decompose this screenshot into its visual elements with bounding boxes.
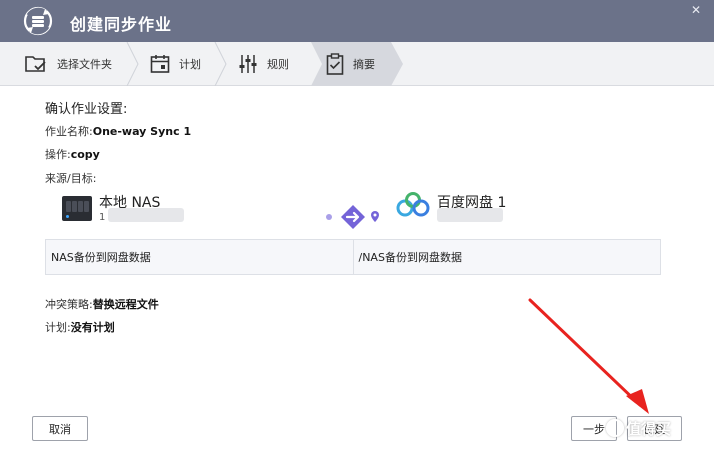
schedule-value: 没有计划	[70, 321, 115, 334]
baidu-cloud-icon	[396, 192, 430, 217]
tab-rules[interactable]: 规则	[238, 42, 289, 86]
calendar-icon	[150, 55, 170, 73]
step-divider	[126, 42, 139, 86]
step-label: 计划	[179, 58, 201, 71]
blurred-region	[108, 208, 184, 222]
step-label: 规则	[267, 58, 289, 71]
schedule-label: 计划:	[45, 321, 71, 334]
sync-app-icon	[23, 6, 53, 36]
close-icon[interactable]: ✕	[690, 4, 702, 16]
step-divider	[214, 42, 227, 86]
conflict-policy-row: 冲突策略:替换远程文件	[45, 296, 159, 312]
nas-device-icon	[62, 196, 92, 221]
job-name-label: 作业名称:	[45, 125, 93, 138]
conflict-value: 替换远程文件	[92, 298, 159, 311]
source-path: NAS备份到网盘数据	[46, 240, 353, 274]
operation-row: 操作:copy	[45, 146, 100, 162]
blurred-region	[437, 208, 503, 222]
wizard-steps: 选择文件夹 计划 规则 摘要	[0, 42, 714, 86]
page-heading: 确认作业设置:	[45, 102, 128, 117]
job-name-row: 作业名称:One-way Sync 1	[45, 123, 191, 139]
folder-pair-row: NAS备份到网盘数据 /NAS备份到网盘数据	[45, 239, 661, 275]
source-detail: 1	[99, 212, 106, 223]
conflict-label: 冲突策略:	[45, 298, 93, 311]
watermark-text: 值得买	[626, 420, 672, 438]
operation-value: copy	[70, 148, 100, 161]
step-label: 摘要	[353, 58, 375, 71]
tab-select-folder[interactable]: 选择文件夹	[24, 42, 112, 86]
sync-direction-icon	[326, 205, 379, 229]
sliders-icon	[239, 55, 257, 73]
step-label: 选择文件夹	[57, 58, 112, 71]
operation-label: 操作:	[45, 148, 71, 161]
schedule-row: 计划:没有计划	[45, 319, 115, 335]
destination-path: /NAS备份到网盘数据	[352, 240, 660, 274]
folder-check-icon	[25, 56, 46, 72]
job-name-value: One-way Sync 1	[92, 125, 192, 138]
title-bar: 创建同步作业 ✕	[0, 0, 714, 42]
tab-summary[interactable]: 摘要	[326, 42, 375, 86]
cancel-button[interactable]: 取消	[32, 416, 88, 441]
watermark-logo	[606, 419, 624, 437]
source-target-label: 来源/目标:	[45, 172, 97, 185]
clipboard-icon	[326, 53, 344, 75]
tab-schedule[interactable]: 计划	[150, 42, 201, 86]
window-title: 创建同步作业	[70, 15, 173, 34]
